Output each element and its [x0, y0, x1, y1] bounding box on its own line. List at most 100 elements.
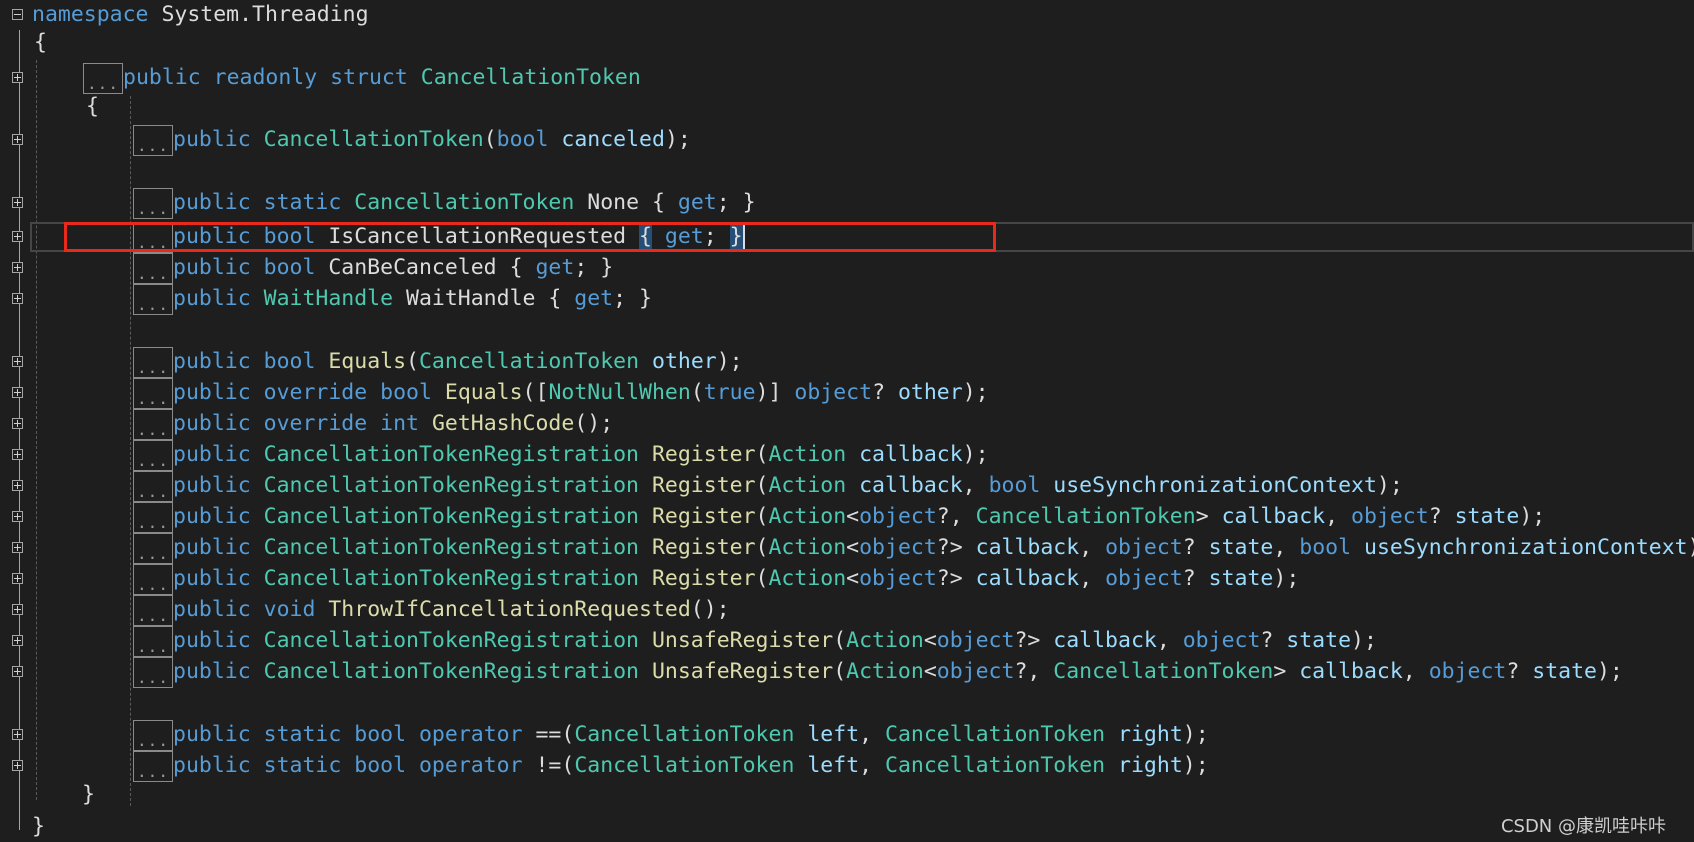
collapse-namespace-icon[interactable]: [12, 9, 23, 20]
code-line-reg1[interactable]: ... public CancellationTokenRegistration …: [133, 440, 989, 471]
token: !=: [522, 753, 562, 778]
expand-unsafe2-icon[interactable]: [12, 666, 23, 677]
expand-reg5-icon[interactable]: [12, 573, 23, 584]
expand-throw-icon[interactable]: [12, 604, 23, 615]
token: <: [846, 566, 860, 591]
collapsed-region-marker[interactable]: ...: [133, 347, 173, 378]
code-line-eq2[interactable]: ... public override bool Equals([NotNullW…: [133, 378, 989, 409]
expand-canbe-icon[interactable]: [12, 262, 23, 273]
code-line-reg3[interactable]: ... public CancellationTokenRegistration …: [133, 502, 1545, 533]
expand-unsafe1-icon[interactable]: [12, 635, 23, 646]
token: CancellationTokenRegistration: [263, 504, 640, 529]
expand-none-icon[interactable]: [12, 197, 23, 208]
token: CancellationToken: [975, 504, 1196, 529]
code-line-eq1[interactable]: ... public bool Equals(CancellationToken …: [133, 347, 743, 378]
token: public: [173, 628, 251, 653]
token: ?: [872, 380, 898, 405]
token: ?,: [1014, 659, 1054, 684]
token: CancellationToken: [574, 722, 795, 747]
token: );: [1376, 473, 1403, 498]
code-line-opeq[interactable]: ... public static bool operator ==(Cancel…: [133, 720, 1209, 751]
expand-eq2-icon[interactable]: [12, 387, 23, 398]
token: callback: [859, 442, 963, 467]
token: (: [483, 127, 497, 152]
token: override: [263, 380, 368, 405]
collapsed-region-marker[interactable]: ...: [133, 471, 173, 502]
expand-opeq-icon[interactable]: [12, 729, 23, 740]
collapsed-region-marker[interactable]: ...: [133, 378, 173, 409]
expand-reg1-icon[interactable]: [12, 449, 23, 460]
collapsed-region-marker[interactable]: ...: [83, 63, 123, 94]
code-line-opne[interactable]: ... public static bool operator !=(Cancel…: [133, 751, 1209, 782]
token: right: [1118, 753, 1183, 778]
code-line-reg5[interactable]: ... public CancellationTokenRegistration …: [133, 564, 1299, 595]
token: Action: [768, 566, 847, 591]
token: CancellationToken: [574, 753, 795, 778]
expand-iscancel-icon[interactable]: [12, 231, 23, 242]
token: public: [173, 190, 251, 215]
watermark: CSDN @康凯哇咔咔: [1500, 816, 1666, 837]
token: ?: [1182, 535, 1209, 560]
collapsed-region-marker[interactable]: ...: [133, 626, 173, 657]
token: CancellationToken: [1053, 659, 1274, 684]
expand-hash-icon[interactable]: [12, 418, 23, 429]
token: ();: [574, 411, 614, 436]
expand-struct-icon[interactable]: [12, 72, 23, 83]
expand-opne-icon[interactable]: [12, 760, 23, 771]
token: UnsafeRegister: [651, 628, 834, 653]
struct-open-brace: {: [86, 94, 99, 119]
token: object: [1182, 628, 1261, 653]
token: CancellationTokenRegistration: [263, 566, 640, 591]
indent-guide-namespace: [36, 60, 37, 800]
collapsed-region-marker[interactable]: ...: [133, 720, 173, 751]
expand-wait-icon[interactable]: [12, 293, 23, 304]
expand-reg4-icon[interactable]: [12, 542, 23, 553]
code-line-reg4[interactable]: ... public CancellationTokenRegistration …: [133, 533, 1694, 564]
code-line-canbe[interactable]: ... public bool CanBeCanceled { get; }: [133, 253, 613, 284]
token: public: [173, 753, 251, 778]
token: (: [755, 442, 769, 467]
expand-eq1-icon[interactable]: [12, 356, 23, 367]
collapsed-region-marker[interactable]: ...: [133, 595, 173, 626]
expand-reg2-icon[interactable]: [12, 480, 23, 491]
collapsed-region-marker[interactable]: ...: [133, 502, 173, 533]
collapsed-region-marker[interactable]: ...: [133, 253, 173, 284]
token: bool: [380, 380, 432, 405]
collapsed-region-marker[interactable]: ...: [133, 284, 173, 315]
collapsed-region-marker[interactable]: ...: [133, 440, 173, 471]
collapsed-region-marker[interactable]: ...: [133, 564, 173, 595]
code-line-throw[interactable]: ... public void ThrowIfCancellationReques…: [133, 595, 730, 626]
struct-line: ... public readonly struct CancellationTo…: [83, 63, 641, 94]
collapsed-region-marker[interactable]: ...: [133, 188, 173, 219]
token: CancellationTokenRegistration: [263, 442, 640, 467]
token: get: [574, 286, 614, 311]
token: Equals: [444, 380, 523, 405]
collapsed-region-marker[interactable]: ...: [133, 125, 173, 156]
expand-ctor-icon[interactable]: [12, 134, 23, 145]
token: );: [716, 349, 743, 374]
code-line-none[interactable]: ... public static CancellationToken None …: [133, 188, 756, 219]
collapsed-region-marker[interactable]: ...: [133, 409, 173, 440]
token: callback: [1221, 504, 1326, 529]
collapsed-region-marker[interactable]: ...: [133, 657, 173, 688]
code-line-ctor[interactable]: ... public CancellationToken(bool cancele…: [133, 125, 691, 156]
expand-reg3-icon[interactable]: [12, 511, 23, 522]
code-line-unsafe1[interactable]: ... public CancellationTokenRegistration …: [133, 626, 1377, 657]
code-line-reg2[interactable]: ... public CancellationTokenRegistration …: [133, 471, 1403, 502]
code-line-unsafe2[interactable]: ... public CancellationTokenRegistration …: [133, 657, 1623, 688]
code-editor[interactable]: namespace System.Threading { ... public r…: [0, 0, 1694, 842]
collapsed-region-marker[interactable]: ...: [133, 533, 173, 564]
code-line-hash[interactable]: ... public override int GetHashCode();: [133, 409, 614, 440]
code-line-wait[interactable]: ... public WaitHandle WaitHandle { get; }: [133, 284, 652, 315]
token: callback: [975, 535, 1080, 560]
token: );: [962, 442, 989, 467]
token: );: [1596, 659, 1623, 684]
collapsed-region-marker[interactable]: ...: [133, 751, 173, 782]
